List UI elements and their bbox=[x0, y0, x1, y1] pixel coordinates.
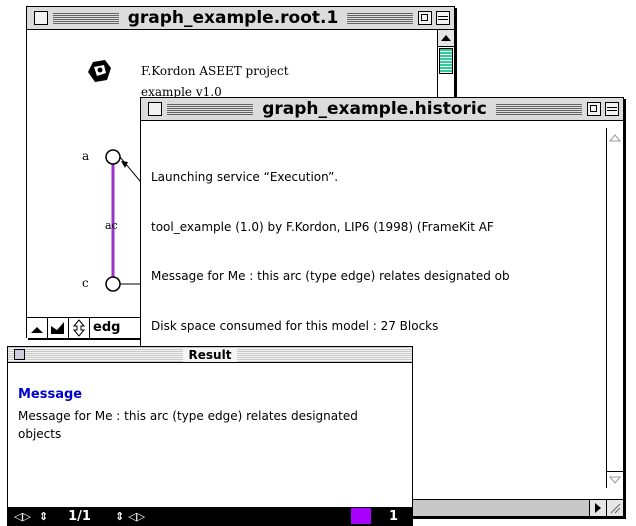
result-statusbar: ◁▷ ⇕ 1/1 ⇕ ◁▷ 1 bbox=[8, 507, 412, 525]
scroll-right-arrow-icon[interactable] bbox=[589, 500, 606, 516]
log-line: Disk space consumed for this model : 27 … bbox=[151, 318, 439, 333]
log-line: tool_example (1.0) by F.Kordon, LIP6 (19… bbox=[151, 219, 494, 234]
historic-titlebar[interactable]: graph_example.historic bbox=[141, 98, 623, 121]
arc-label: ac bbox=[105, 219, 118, 232]
nav-up-down-icon[interactable]: ⇕ bbox=[115, 510, 124, 523]
result-window: Result Message Message for Me : this arc… bbox=[7, 346, 413, 526]
scroll-up-arrow-icon[interactable] bbox=[607, 130, 623, 146]
graph-node-a[interactable] bbox=[105, 149, 121, 165]
graph-node-c[interactable] bbox=[105, 276, 121, 292]
close-box-icon[interactable] bbox=[14, 349, 25, 360]
window-title: Result bbox=[182, 347, 238, 362]
historic-vertical-scrollbar[interactable] bbox=[606, 128, 623, 488]
close-box-icon[interactable] bbox=[148, 102, 162, 116]
message-heading: Message bbox=[18, 387, 83, 402]
nav-up-down-icon[interactable]: ⇕ bbox=[39, 510, 48, 523]
root-toolbar: edg bbox=[27, 317, 147, 338]
nav-left-right-icon[interactable]: ◁▷ bbox=[14, 510, 31, 523]
result-titlebar[interactable]: Result bbox=[8, 347, 412, 363]
window-shade-icon[interactable] bbox=[436, 11, 450, 25]
nav-left-right-icon[interactable]: ◁▷ bbox=[128, 510, 145, 523]
scroll-thumb[interactable] bbox=[439, 48, 453, 74]
scroll-up-arrow-icon[interactable] bbox=[438, 30, 454, 47]
status-swatch bbox=[350, 508, 371, 524]
tool-hill-icon[interactable] bbox=[48, 318, 69, 338]
log-line: Launching service “Execution”. bbox=[151, 170, 339, 184]
node-label-a: a bbox=[82, 149, 90, 163]
window-title: graph_example.root.1 bbox=[123, 8, 343, 28]
close-box-icon[interactable] bbox=[34, 11, 48, 25]
window-shade-icon[interactable] bbox=[605, 102, 620, 116]
scroll-down-arrow-icon[interactable] bbox=[607, 471, 623, 488]
message-body: Message for Me : this arc (type edge) re… bbox=[18, 409, 358, 441]
count-label: 1 bbox=[388, 508, 398, 524]
window-title: graph_example.historic bbox=[258, 99, 491, 119]
project-label: F.Kordon ASEET project bbox=[141, 64, 289, 78]
grow-box-icon[interactable] bbox=[606, 499, 623, 516]
zoom-box-icon[interactable] bbox=[587, 102, 602, 116]
aseet-logo-icon bbox=[88, 60, 111, 82]
toolbar-label[interactable]: edg bbox=[90, 318, 123, 338]
tool-ramp-icon[interactable] bbox=[27, 318, 48, 338]
node-label-c: c bbox=[82, 276, 89, 290]
root-titlebar[interactable]: graph_example.root.1 bbox=[27, 7, 454, 30]
tool-updown-icon[interactable] bbox=[69, 318, 90, 338]
page-indicator: 1/1 bbox=[68, 508, 91, 524]
log-line: Message for Me : this arc (type edge) re… bbox=[151, 269, 510, 283]
zoom-box-icon[interactable] bbox=[418, 11, 432, 25]
